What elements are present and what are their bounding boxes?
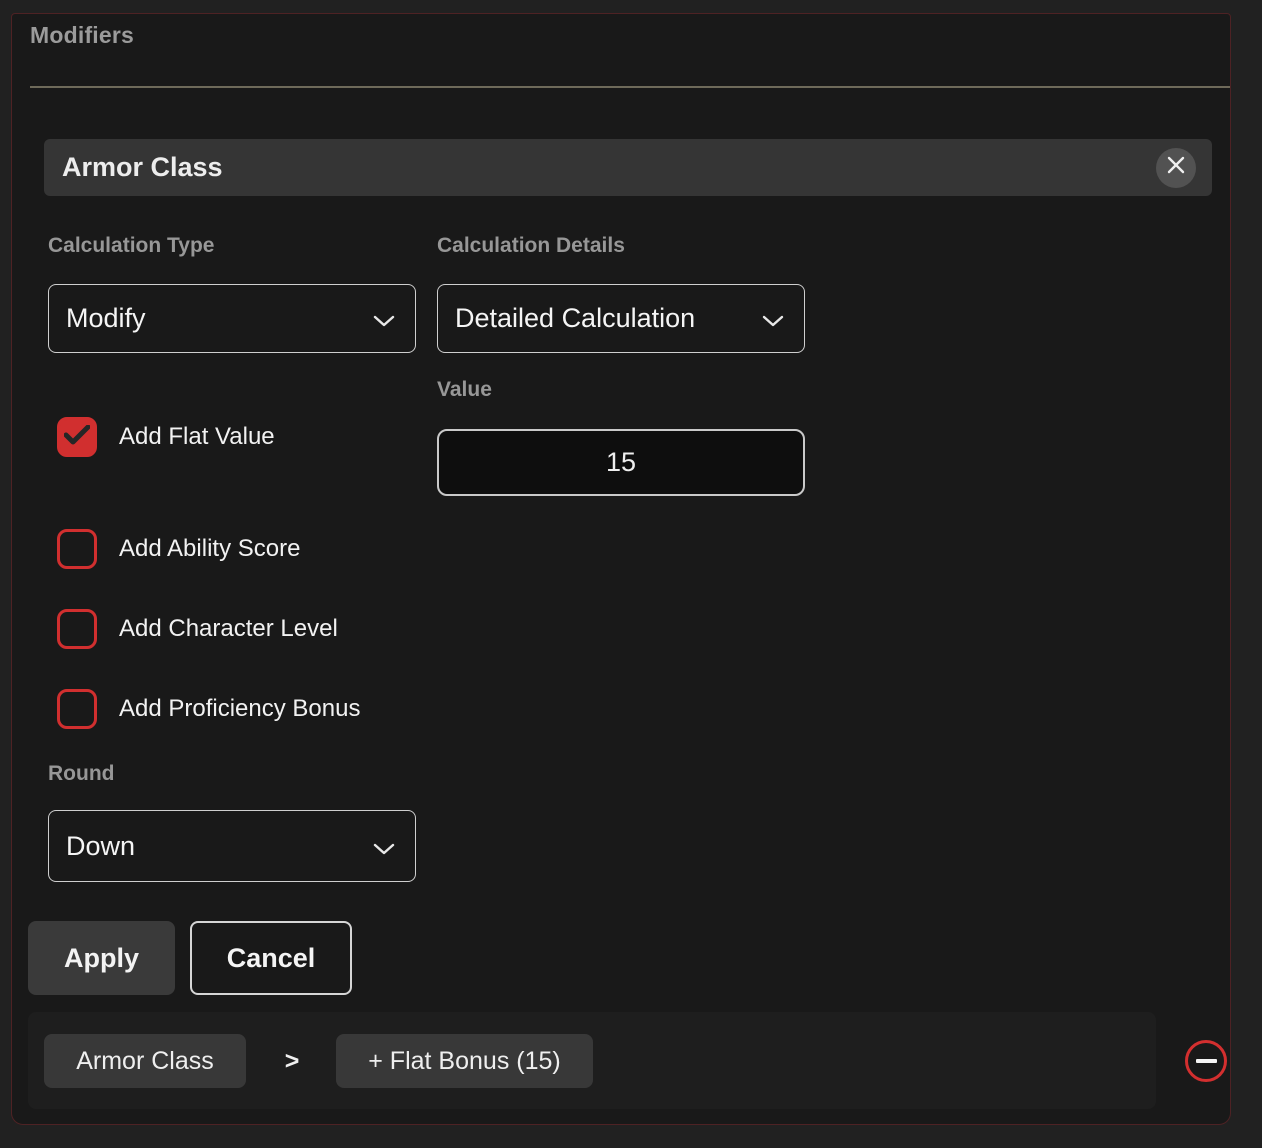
add-ability-score-row: Add Ability Score [57, 529, 300, 569]
add-ability-score-label: Add Ability Score [119, 535, 300, 563]
calculation-details-value: Detailed Calculation [455, 303, 695, 334]
modifiers-screen: Modifiers Armor Class Calculation Type C… [0, 0, 1262, 1148]
checkmark-icon [64, 425, 90, 450]
add-ability-score-checkbox[interactable] [57, 529, 97, 569]
minus-icon [1196, 1059, 1217, 1063]
calculation-details-select[interactable]: Detailed Calculation [437, 284, 805, 353]
add-proficiency-bonus-row: Add Proficiency Bonus [57, 689, 360, 729]
round-label: Round [48, 762, 114, 786]
add-character-level-checkbox[interactable] [57, 609, 97, 649]
modifier-source-chip[interactable]: Armor Class [44, 1034, 246, 1088]
chevron-down-icon [762, 303, 784, 334]
chevron-down-icon [373, 831, 395, 862]
round-select[interactable]: Down [48, 810, 416, 882]
add-proficiency-bonus-label: Add Proficiency Bonus [119, 695, 360, 723]
value-input[interactable] [437, 429, 805, 496]
calculation-details-label: Calculation Details [437, 234, 625, 258]
calculation-type-label: Calculation Type [48, 234, 214, 258]
calculation-type-select[interactable]: Modify [48, 284, 416, 353]
close-button[interactable] [1156, 148, 1196, 188]
chevron-down-icon [373, 303, 395, 334]
modifier-effect-chip[interactable]: + Flat Bonus (15) [336, 1034, 593, 1088]
section-title: Modifiers [30, 22, 134, 49]
remove-modifier-button[interactable] [1185, 1040, 1227, 1082]
add-flat-value-checkbox[interactable] [57, 417, 97, 457]
calculation-type-value: Modify [66, 303, 146, 334]
apply-button[interactable]: Apply [28, 921, 175, 995]
add-proficiency-bonus-checkbox[interactable] [57, 689, 97, 729]
chevron-right-separator: > [276, 1034, 308, 1088]
add-flat-value-label: Add Flat Value [119, 423, 275, 451]
section-divider [30, 86, 1230, 88]
modifier-title: Armor Class [62, 152, 223, 183]
close-icon [1166, 155, 1186, 180]
add-character-level-row: Add Character Level [57, 609, 338, 649]
cancel-button[interactable]: Cancel [190, 921, 352, 995]
round-value: Down [66, 831, 135, 862]
modifier-header-bar: Armor Class [44, 139, 1212, 196]
add-character-level-label: Add Character Level [119, 615, 338, 643]
add-flat-value-row: Add Flat Value [57, 417, 275, 457]
value-label: Value [437, 378, 492, 402]
